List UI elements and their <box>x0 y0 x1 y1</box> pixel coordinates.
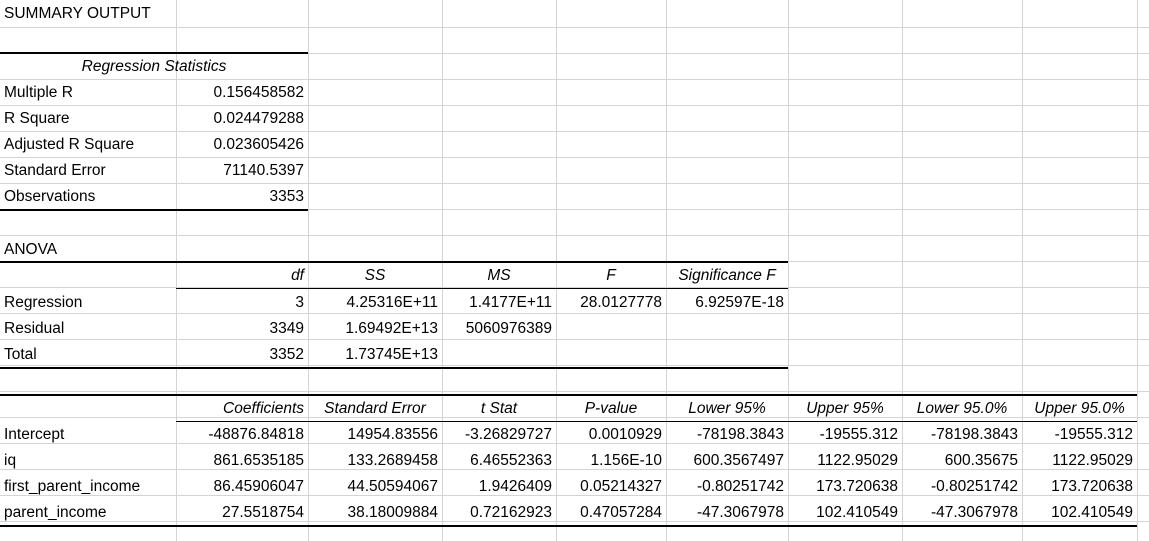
anova-cell[interactable]: 3349 <box>176 316 308 342</box>
coef-cell[interactable]: 14954.83556 <box>308 422 442 448</box>
regression-stats-header[interactable]: Regression Statistics <box>0 54 308 80</box>
stat-label[interactable]: Adjusted R Square <box>0 132 176 158</box>
anova-row-label[interactable]: Total <box>0 342 176 368</box>
coef-cell[interactable]: 861.6535185 <box>176 448 308 474</box>
coef-cell[interactable]: -48876.84818 <box>176 422 308 448</box>
anova-cell[interactable]: 5060976389 <box>442 316 556 342</box>
anova-cell[interactable]: 3 <box>176 290 308 316</box>
coef-cell[interactable]: 1.156E-10 <box>556 448 666 474</box>
anova-header-df[interactable]: df <box>176 263 308 289</box>
anova-bottom-border <box>0 367 788 369</box>
stat-label[interactable]: R Square <box>0 106 176 132</box>
stat-label[interactable]: Multiple R <box>0 80 176 106</box>
anova-cell[interactable]: 6.92597E-18 <box>666 290 788 316</box>
anova-cell[interactable]: 1.4177E+11 <box>442 290 556 316</box>
coef-cell[interactable]: 1122.95029 <box>1022 448 1137 474</box>
anova-header-significance-f[interactable]: Significance F <box>666 263 788 289</box>
anova-cell[interactable]: 4.25316E+11 <box>308 290 442 316</box>
coef-cell[interactable]: 600.3567497 <box>666 448 788 474</box>
coef-header[interactable]: t Stat <box>442 396 556 422</box>
coef-cell[interactable]: -47.3067978 <box>666 500 788 526</box>
coef-cell[interactable]: 0.47057284 <box>556 500 666 526</box>
column-gridline <box>1137 0 1138 541</box>
coef-cell[interactable]: 173.720638 <box>788 474 902 500</box>
coef-cell[interactable]: 0.05214327 <box>556 474 666 500</box>
anova-cell[interactable]: 28.0127778 <box>556 290 666 316</box>
stat-value[interactable]: 71140.5397 <box>176 158 308 184</box>
coef-header[interactable]: Coefficients <box>176 396 308 422</box>
summary-output-title[interactable]: SUMMARY OUTPUT <box>0 1 300 27</box>
stat-value[interactable]: 0.023605426 <box>176 132 308 158</box>
anova-header-ms[interactable]: MS <box>442 263 556 289</box>
coef-cell[interactable]: -78198.3843 <box>666 422 788 448</box>
coef-header[interactable]: Lower 95% <box>666 396 788 422</box>
spreadsheet-sheet[interactable]: SUMMARY OUTPUT Regression Statistics Mul… <box>0 0 1149 541</box>
coef-cell[interactable]: 102.410549 <box>1022 500 1137 526</box>
anova-title[interactable]: ANOVA <box>0 237 176 263</box>
row-gridline <box>0 27 1149 28</box>
coef-cell[interactable]: -0.80251742 <box>666 474 788 500</box>
coef-cell[interactable]: 1122.95029 <box>788 448 902 474</box>
coef-row-label[interactable]: parent_income <box>0 500 176 526</box>
coef-cell[interactable]: 27.5518754 <box>176 500 308 526</box>
coef-cell[interactable]: -19555.312 <box>788 422 902 448</box>
coef-cell[interactable]: -47.3067978 <box>902 500 1022 526</box>
coef-header[interactable]: Lower 95.0% <box>902 396 1022 422</box>
coef-header[interactable]: P-value <box>556 396 666 422</box>
coef-header[interactable]: Upper 95% <box>788 396 902 422</box>
coef-cell[interactable]: -78198.3843 <box>902 422 1022 448</box>
stat-label[interactable]: Observations <box>0 184 176 210</box>
coef-cell[interactable]: 173.720638 <box>1022 474 1137 500</box>
coef-cell[interactable]: 38.18009884 <box>308 500 442 526</box>
anova-cell[interactable]: 1.69492E+13 <box>308 316 442 342</box>
coef-header[interactable]: Standard Error <box>308 396 442 422</box>
stat-value[interactable]: 0.156458582 <box>176 80 308 106</box>
anova-row-label[interactable]: Residual <box>0 316 176 342</box>
coef-cell[interactable]: 600.35675 <box>902 448 1022 474</box>
coef-cell[interactable]: 1.9426409 <box>442 474 556 500</box>
coef-bottom-border <box>0 525 1137 527</box>
stat-value[interactable]: 0.024479288 <box>176 106 308 132</box>
coef-header[interactable]: Upper 95.0% <box>1022 396 1137 422</box>
coef-cell[interactable]: 44.50594067 <box>308 474 442 500</box>
anova-cell[interactable]: 1.73745E+13 <box>308 342 442 368</box>
coef-row-label[interactable]: Intercept <box>0 422 176 448</box>
coef-cell[interactable]: -0.80251742 <box>902 474 1022 500</box>
coef-cell[interactable]: 6.46552363 <box>442 448 556 474</box>
row-gridline <box>0 235 1149 236</box>
stat-label[interactable]: Standard Error <box>0 158 176 184</box>
anova-header-f[interactable]: F <box>556 263 666 289</box>
anova-header-underline <box>176 288 788 289</box>
coef-row-label[interactable]: first_parent_income <box>0 474 176 500</box>
stat-value[interactable]: 3353 <box>176 184 308 210</box>
coef-row-label[interactable]: iq <box>0 448 176 474</box>
row-gridline <box>0 391 1149 392</box>
coef-cell[interactable]: 0.72162923 <box>442 500 556 526</box>
regression-stats-bottom-border <box>0 209 308 211</box>
coef-cell[interactable]: 102.410549 <box>788 500 902 526</box>
coef-cell[interactable]: 86.45906047 <box>176 474 308 500</box>
coef-cell[interactable]: -3.26829727 <box>442 422 556 448</box>
coef-cell[interactable]: 133.2689458 <box>308 448 442 474</box>
anova-header-ss[interactable]: SS <box>308 263 442 289</box>
coef-cell[interactable]: 0.0010929 <box>556 422 666 448</box>
anova-row-label[interactable]: Regression <box>0 290 176 316</box>
anova-cell[interactable]: 3352 <box>176 342 308 368</box>
coef-cell[interactable]: -19555.312 <box>1022 422 1137 448</box>
